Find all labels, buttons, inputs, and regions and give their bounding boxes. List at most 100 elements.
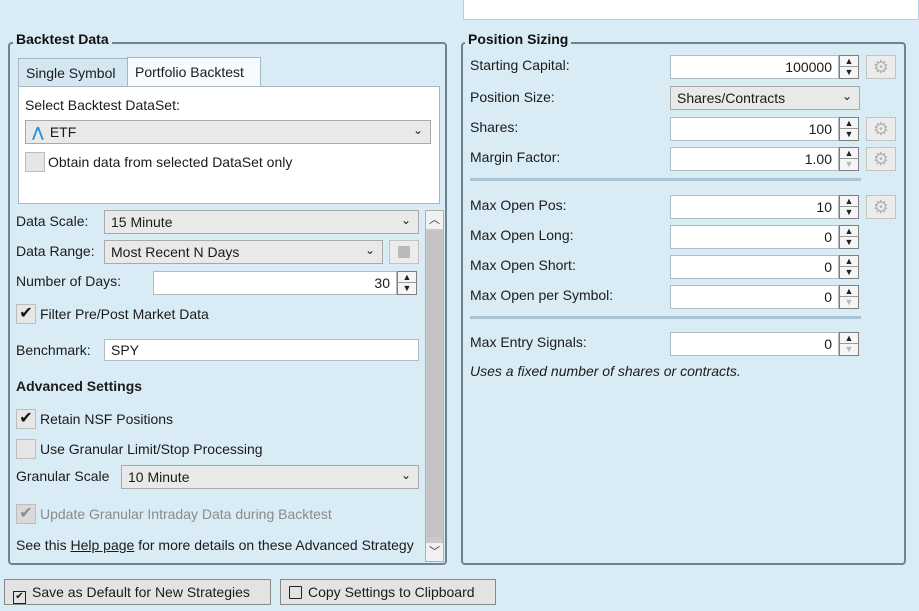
granular-scale-select[interactable]: 10 Minute ⌄ [121,465,419,489]
gear-icon: ⚙ [872,149,890,169]
spin-up-icon[interactable]: ▲ [840,226,858,237]
retain-nsf-checkbox[interactable]: ✔ [16,409,36,429]
scroll-up-icon[interactable]: ︿ [426,211,443,229]
benchmark-label: Benchmark: [16,342,91,358]
position-size-value: Shares/Contracts [677,90,786,106]
vertical-scrollbar[interactable]: ︿ ﹀ [425,210,444,562]
tab-portfolio-backtest[interactable]: Portfolio Backtest [127,57,261,87]
spin-down-icon[interactable]: ▼ [840,237,858,248]
update-granular-checkbox: ✔ [16,504,36,524]
update-granular-label: Update Granular Intraday Data during Bac… [40,506,332,522]
gear-icon: ⚙ [872,57,890,77]
position-size-note: Uses a fixed number of shares or contrac… [470,363,741,379]
max-open-short-spinner[interactable]: ▲ ▼ [839,255,859,279]
backtest-data-title: Backtest Data [13,31,112,47]
starting-capital-label: Starting Capital: [470,57,570,73]
data-range-select[interactable]: Most Recent N Days ⌄ [104,240,383,264]
spin-up-icon[interactable]: ▲ [840,118,858,129]
spin-up-icon[interactable]: ▲ [840,56,858,67]
max-open-pos-gear-button[interactable]: ⚙ [866,195,896,219]
margin-factor-input[interactable]: 1.00 [670,147,839,171]
data-scale-label: Data Scale: [16,213,89,229]
spin-down-icon[interactable]: ▼ [840,344,858,355]
spin-up-icon[interactable]: ▲ [840,196,858,207]
separator [470,178,861,181]
spin-down-icon[interactable]: ▼ [398,283,416,294]
max-open-pos-spinner[interactable]: ▲ ▼ [839,195,859,219]
max-open-pos-label: Max Open Pos: [470,197,567,213]
starting-capital-gear-button[interactable]: ⚙ [866,55,896,79]
spin-down-icon[interactable]: ▼ [840,159,858,170]
margin-factor-label: Margin Factor: [470,149,561,165]
max-open-long-input[interactable]: 0 [670,225,839,249]
filter-pre-post-label: Filter Pre/Post Market Data [40,306,209,322]
shares-gear-button[interactable]: ⚙ [866,117,896,141]
copy-settings-button[interactable]: Copy Settings to Clipboard [280,579,496,605]
chevron-down-icon: ⌄ [841,89,852,103]
max-open-short-label: Max Open Short: [470,257,576,273]
chevron-down-icon: ⌄ [400,468,411,482]
max-entry-signals-label: Max Entry Signals: [470,334,587,350]
scrollbar-thumb[interactable] [427,231,442,537]
position-size-select[interactable]: Shares/Contracts ⌄ [670,86,860,110]
save-icon [398,246,410,258]
gear-icon: ⚙ [872,197,890,217]
top-panel-edge [463,0,919,20]
benchmark-input[interactable]: SPY [104,339,419,361]
max-open-symbol-spinner[interactable]: ▲ ▼ [839,285,859,309]
granular-processing-checkbox[interactable] [16,439,36,459]
chevron-down-icon: ⌄ [364,243,375,257]
retain-nsf-label: Retain NSF Positions [40,411,174,427]
spin-up-icon[interactable]: ▲ [840,286,858,297]
spin-down-icon[interactable]: ▼ [840,67,858,78]
save-default-button[interactable]: ✔ Save as Default for New Strategies [4,579,271,605]
tab-single-symbol[interactable]: Single Symbol [18,58,128,87]
shares-spinner[interactable]: ▲ ▼ [839,117,859,141]
gear-icon: ⚙ [872,119,890,139]
spin-down-icon[interactable]: ▼ [840,129,858,140]
checkbox-icon: ✔ [13,591,26,604]
max-open-long-label: Max Open Long: [470,227,574,243]
obtain-data-checkbox[interactable] [25,152,45,172]
spin-down-icon[interactable]: ▼ [840,297,858,308]
spin-up-icon[interactable]: ▲ [398,272,416,283]
shares-label: Shares: [470,119,519,135]
spin-down-icon[interactable]: ▼ [840,267,858,278]
save-range-button[interactable] [389,240,419,264]
number-of-days-input[interactable]: 30 [153,271,397,295]
help-text-prefix: See this [16,537,67,553]
margin-gear-button[interactable]: ⚙ [866,147,896,171]
help-text-suffix: for more details on these Advanced [138,537,358,553]
max-open-symbol-input[interactable]: 0 [670,285,839,309]
copy-settings-label: Copy Settings to Clipboard [308,584,475,600]
data-scale-select[interactable]: 15 Minute ⌄ [104,210,419,234]
number-of-days-spinner[interactable]: ▲ ▼ [397,271,417,295]
granular-scale-label: Granular Scale [16,468,110,484]
position-size-label: Position Size: [470,89,555,105]
margin-factor-spinner[interactable]: ▲ ▼ [839,147,859,171]
obtain-data-label: Obtain data from selected DataSet only [48,154,293,170]
filter-pre-post-checkbox[interactable]: ✔ [16,304,36,324]
scroll-down-icon[interactable]: ﹀ [426,543,443,561]
dataset-select[interactable]: ⋀ ETF ⌄ [25,120,431,144]
max-open-pos-input[interactable]: 10 [670,195,839,219]
data-range-label: Data Range: [16,243,95,259]
max-entry-signals-input[interactable]: 0 [670,332,839,356]
spin-up-icon[interactable]: ▲ [840,256,858,267]
data-range-value: Most Recent N Days [111,244,240,260]
spin-up-icon[interactable]: ▲ [840,333,858,344]
spin-down-icon[interactable]: ▼ [840,207,858,218]
number-of-days-label: Number of Days: [16,273,122,289]
max-open-symbol-label: Max Open per Symbol: [470,287,614,303]
save-default-label: Save as Default for New Strategies [32,584,250,600]
help-page-link[interactable]: Help page [70,537,134,553]
starting-capital-spinner[interactable]: ▲ ▼ [839,55,859,79]
max-entry-signals-spinner[interactable]: ▲ ▼ [839,332,859,356]
starting-capital-input[interactable]: 100000 [670,55,839,79]
chevron-down-icon: ⌄ [412,123,423,137]
shares-input[interactable]: 100 [670,117,839,141]
max-open-long-spinner[interactable]: ▲ ▼ [839,225,859,249]
max-open-short-input[interactable]: 0 [670,255,839,279]
spin-up-icon[interactable]: ▲ [840,148,858,159]
help-text: See this Help page for more details on t… [16,536,420,558]
